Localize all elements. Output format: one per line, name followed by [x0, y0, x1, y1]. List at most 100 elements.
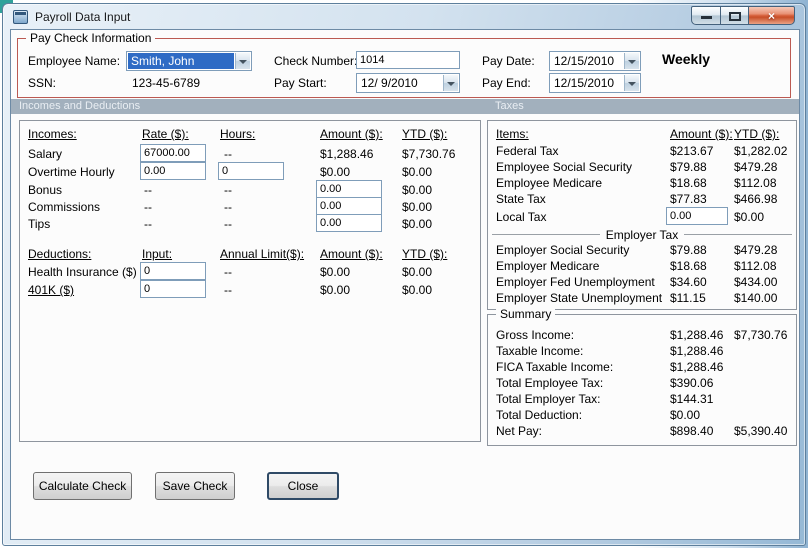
check-number-input[interactable]	[356, 51, 460, 69]
incomes-deductions-section-title: Incomes and Deductions	[19, 100, 141, 112]
bonus-amount-input[interactable]	[316, 180, 382, 198]
summary-row-label: Total Deduction:	[496, 408, 583, 422]
bonus-rate: --	[144, 183, 152, 197]
overtime-rate-input[interactable]	[140, 162, 206, 180]
pay-date-value: 12/15/2010	[554, 54, 615, 68]
pay-date-picker[interactable]: 12/15/2010	[549, 51, 641, 71]
fica-taxable-income-current: $1,288.46	[670, 360, 724, 374]
summary-row-label: Net Pay:	[496, 424, 543, 438]
pay-start-value: 12/ 9/2010	[361, 76, 418, 90]
pay-end-dropdown-icon[interactable]	[624, 75, 639, 91]
minimize-button[interactable]	[691, 6, 721, 25]
close-button[interactable]: ×	[749, 6, 795, 25]
employee-medicare-amount: $18.68	[670, 176, 707, 190]
app-icon	[13, 10, 28, 24]
tips-rate: --	[144, 217, 152, 231]
income-row-label: Salary	[28, 147, 63, 161]
close-check-button[interactable]: Close	[267, 472, 339, 500]
client-area: Pay Check Information Employee Name: Smi…	[10, 29, 800, 540]
federal-tax-ytd: $1,282.02	[734, 144, 788, 158]
deduction-amount-col-header: Amount ($):	[320, 247, 383, 261]
section-header-bar: Incomes and Deductions Taxes	[11, 99, 799, 114]
tips-hours: --	[224, 217, 232, 231]
pay-end-picker[interactable]: 12/15/2010	[549, 73, 641, 93]
employee-name-select[interactable]: Smith, John	[126, 51, 252, 71]
commissions-hours: --	[224, 200, 232, 214]
paycheck-info-legend: Pay Check Information	[26, 31, 156, 45]
health-insurance-amount: $0.00	[320, 265, 351, 279]
health-insurance-limit: --	[224, 265, 232, 279]
total-employee-tax-current: $390.06	[670, 376, 714, 390]
overtime-hours-input[interactable]	[218, 162, 284, 180]
check-number-label: Check Number:	[274, 54, 358, 68]
tax-row-label: Employee Medicare	[496, 176, 603, 190]
employee-name-dropdown-icon[interactable]	[235, 53, 250, 69]
salary-hours: --	[224, 147, 232, 161]
401k-amount: $0.00	[320, 283, 351, 297]
summary-legend: Summary	[496, 307, 556, 321]
taxes-section-title: Taxes	[495, 100, 524, 112]
state-tax-ytd: $466.98	[734, 192, 778, 206]
401k-limit: --	[224, 283, 232, 297]
net-pay-ytd: $5,390.40	[734, 424, 788, 438]
employer-medicare-amount: $18.68	[670, 259, 707, 273]
employer-ss-ytd: $479.28	[734, 243, 778, 257]
chevron-down-icon	[447, 82, 455, 90]
employer-state-unemployment-ytd: $140.00	[734, 291, 778, 305]
commissions-rate: --	[144, 200, 152, 214]
ssn-label: SSN:	[28, 76, 57, 90]
payroll-window: Payroll Data Input × Pay Check Informati…	[2, 3, 806, 546]
chevron-down-icon	[239, 60, 247, 68]
employer-state-unemployment-amount: $11.15	[670, 291, 706, 305]
tax-row-label: Employer Fed Unemployment	[496, 275, 655, 289]
employer-fed-unemployment-ytd: $434.00	[734, 275, 778, 289]
bonus-hours: --	[224, 183, 232, 197]
salary-amount: $1,288.46	[320, 147, 374, 161]
summary-row-label: FICA Taxable Income:	[496, 360, 614, 374]
pay-start-label: Pay Start:	[274, 76, 327, 90]
income-row-label: Overtime Hourly	[28, 165, 115, 179]
maximize-button[interactable]	[721, 6, 749, 25]
deduction-row-label: Health Insurance ($)	[28, 265, 137, 279]
minimize-icon	[701, 16, 712, 19]
save-check-button[interactable]: Save Check	[155, 472, 235, 500]
employee-name-value: Smith, John	[128, 53, 234, 69]
pay-start-dropdown-icon[interactable]	[443, 75, 458, 91]
commissions-amount-input[interactable]	[316, 197, 382, 215]
taxes-panel: Items: Amount ($): YTD ($): Federal Tax …	[487, 120, 797, 310]
total-deduction-current: $0.00	[670, 408, 701, 422]
total-employer-tax-current: $144.31	[670, 392, 714, 406]
window-controls: ×	[691, 6, 795, 25]
tips-ytd: $0.00	[402, 217, 433, 231]
health-insurance-input[interactable]	[140, 262, 206, 280]
gross-income-current: $1,288.46	[670, 328, 724, 342]
tax-row-label: Local Tax	[496, 210, 547, 224]
employer-medicare-ytd: $112.08	[734, 259, 777, 273]
employer-fed-unemployment-amount: $34.60	[670, 275, 707, 289]
calculate-check-button[interactable]: Calculate Check	[33, 472, 132, 500]
employee-name-label: Employee Name:	[28, 54, 121, 68]
pay-start-picker[interactable]: 12/ 9/2010	[356, 73, 460, 93]
input-col-header: Input:	[142, 247, 173, 261]
tax-row-label: Employer State Unemployment	[496, 291, 663, 305]
amount-col-header: Amount ($):	[320, 127, 383, 141]
salary-rate-input[interactable]	[140, 144, 206, 162]
annual-limit-col-header: Annual Limit($):	[220, 247, 305, 261]
titlebar[interactable]: Payroll Data Input ×	[3, 4, 805, 29]
local-tax-ytd: $0.00	[734, 210, 765, 224]
local-tax-input[interactable]	[666, 207, 728, 225]
401k-link-label[interactable]: 401K ($)	[28, 283, 74, 297]
deductions-col-header: Deductions:	[28, 247, 92, 261]
income-row-label: Commissions	[28, 200, 101, 214]
401k-input[interactable]	[140, 280, 206, 298]
tips-amount-input[interactable]	[316, 214, 382, 232]
employee-ss-amount: $79.88	[670, 160, 707, 174]
ytd-col-header: YTD ($):	[402, 127, 448, 141]
commissions-ytd: $0.00	[402, 200, 433, 214]
summary-row-label: Total Employer Tax:	[496, 392, 601, 406]
deduction-ytd-col-header: YTD ($):	[402, 247, 448, 261]
pay-date-dropdown-icon[interactable]	[624, 53, 639, 69]
bonus-ytd: $0.00	[402, 183, 433, 197]
tax-row-label: Employer Social Security	[496, 243, 630, 257]
net-pay-current: $898.40	[670, 424, 714, 438]
